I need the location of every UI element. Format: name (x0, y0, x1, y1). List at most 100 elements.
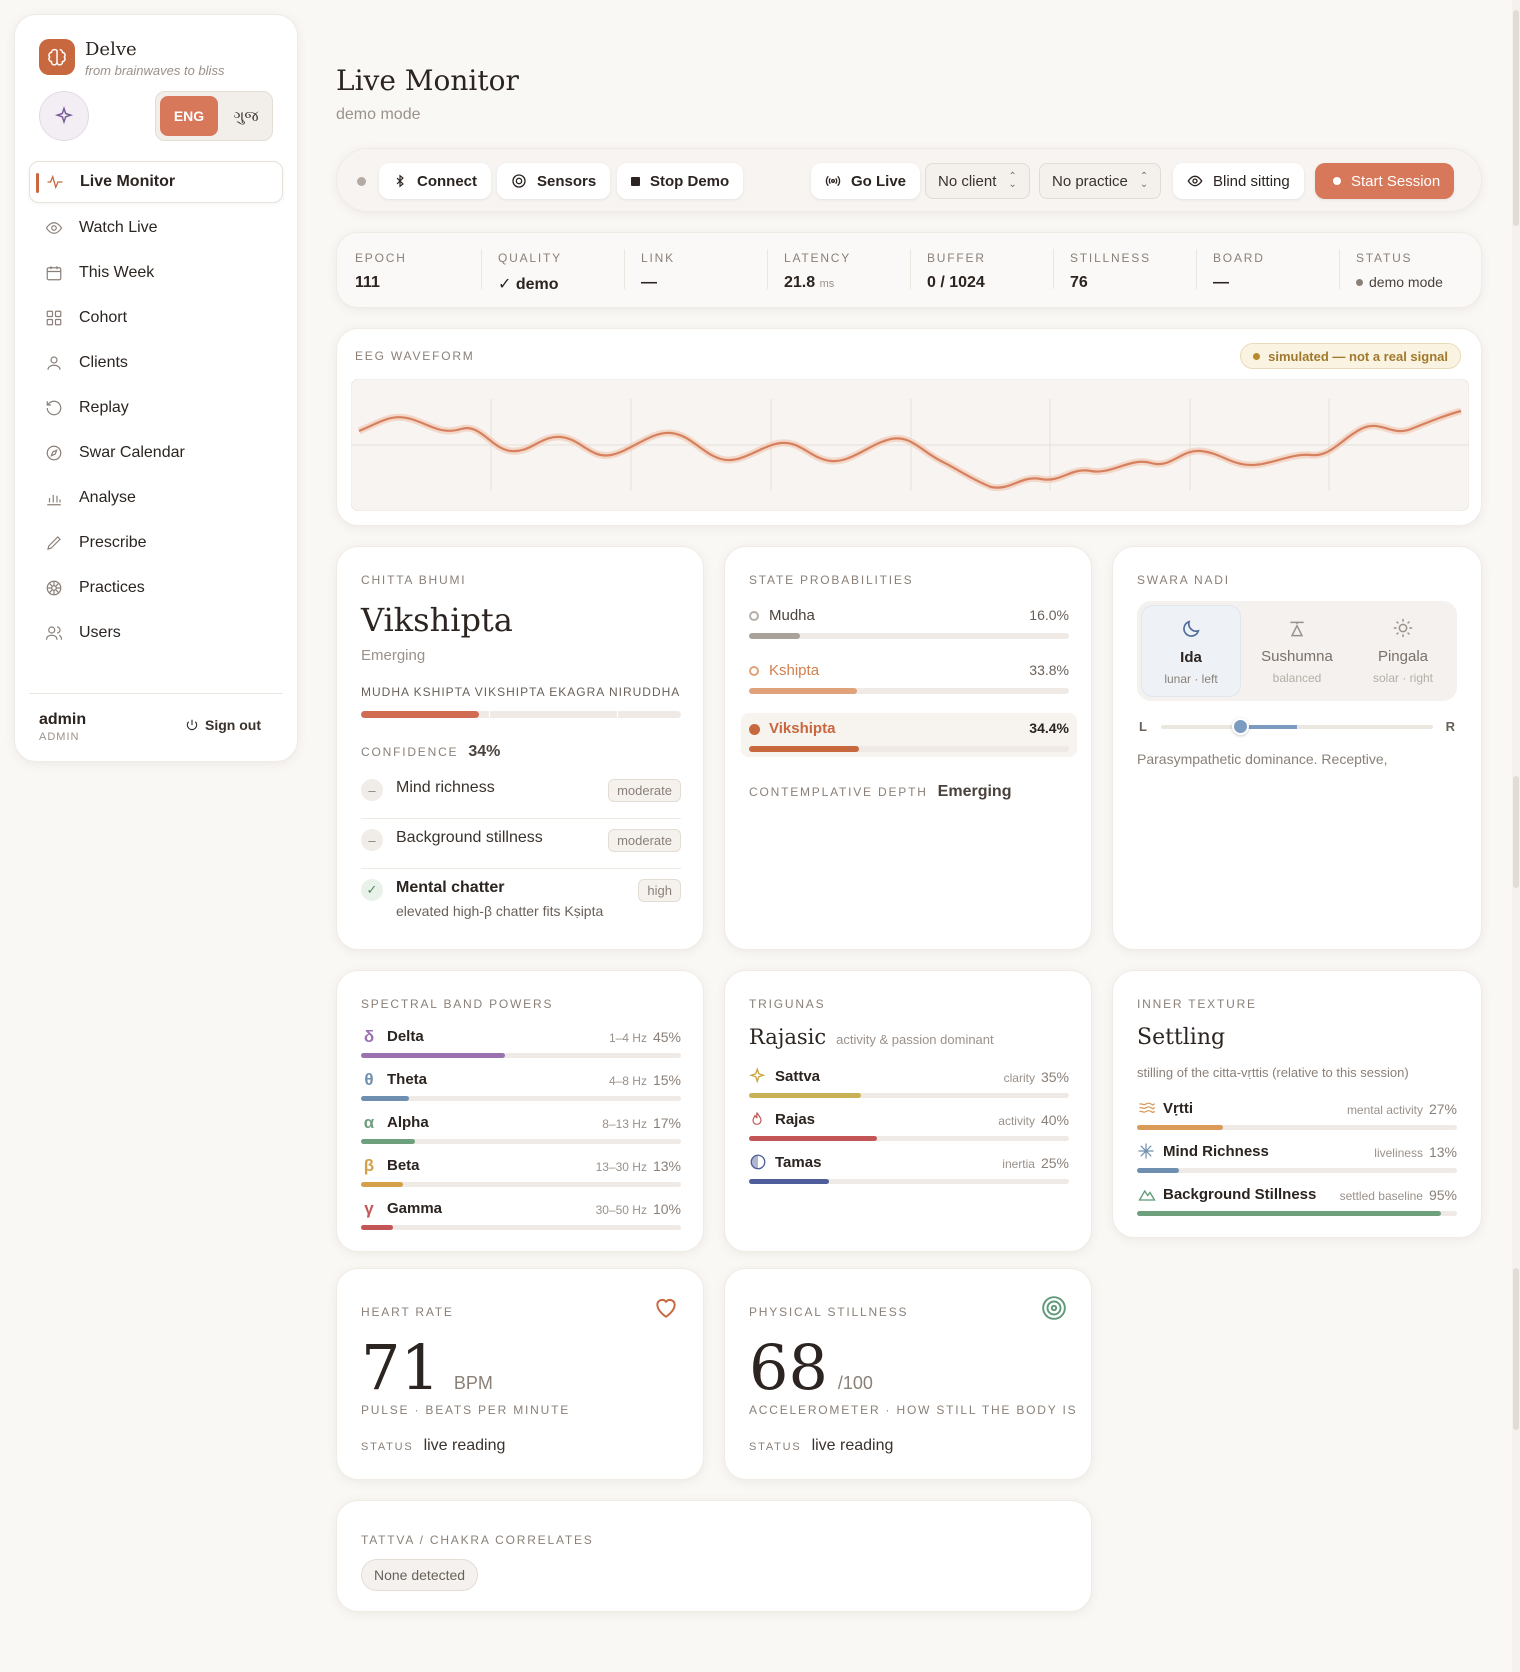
sparkle-icon (54, 106, 74, 125)
still-status-label: STATUS (749, 1441, 802, 1453)
heart-status-row: STATUS live reading (361, 1437, 505, 1455)
eeg-title: EEG WAVEFORM (355, 349, 475, 363)
bar-chart-icon (43, 487, 65, 509)
swara-description: Parasympathetic dominance. Receptive, (1137, 751, 1388, 767)
guna-desc: activity (998, 1114, 1035, 1128)
texture-bar-fill (1137, 1125, 1224, 1130)
stat-value: — (641, 274, 657, 291)
sparkle-button[interactable] (39, 91, 89, 141)
texture-bar-fill (1137, 1211, 1441, 1216)
blind-sitting-label: Blind sitting (1213, 172, 1290, 190)
power-icon (186, 719, 198, 731)
texture-row: Mind Richness liveliness 13% (1137, 1142, 1457, 1178)
page-title: Live Monitor (336, 64, 519, 97)
prob-dot (749, 666, 759, 676)
tab-pingala[interactable]: Pingala solar · right (1353, 605, 1453, 697)
chitta-item-note: elevated high-β chatter fits Kṣipta (396, 903, 604, 919)
half-circle-icon (749, 1153, 769, 1173)
sparkle-icon (749, 1067, 769, 1087)
signout-button[interactable]: Sign out (185, 717, 261, 733)
guna-bar (749, 1136, 1069, 1141)
sidebar-item-live-monitor[interactable]: Live Monitor (29, 161, 283, 203)
lang-guj-button[interactable]: ગુજ (222, 96, 270, 136)
sidebar-item-users[interactable]: Users (29, 612, 283, 654)
sensors-button[interactable]: Sensors (497, 163, 611, 199)
band-symbol: γ (364, 1199, 374, 1218)
heart-value: 71 (361, 1331, 440, 1404)
sidebar-item-watch-live[interactable]: Watch Live (29, 207, 283, 249)
texture-title: INNER TEXTURE (1137, 997, 1257, 1011)
band-bar-fill (361, 1225, 393, 1230)
guna-pct: 35% (1040, 1069, 1069, 1085)
stat-divider (910, 249, 911, 289)
tab-sushumna[interactable]: Sushumna balanced (1247, 605, 1347, 697)
history-icon (43, 397, 65, 419)
stop-demo-button[interactable]: Stop Demo (617, 163, 744, 199)
stat-board: BOARD — (1213, 251, 1265, 299)
practice-select[interactable]: No practice ⌃ ⌄ (1039, 163, 1162, 199)
stat-divider (1339, 249, 1340, 289)
target-icon (512, 174, 526, 188)
band-row: θ Theta 4–8 Hz 15% (361, 1070, 681, 1106)
go-live-button[interactable]: Go Live (811, 163, 921, 199)
sidebar-item-prescribe[interactable]: Prescribe (29, 522, 283, 564)
nadi-balance-knob[interactable] (1231, 718, 1249, 735)
sidebar-item-label: Clients (79, 354, 128, 371)
band-bar (361, 1053, 681, 1058)
activity-icon (44, 171, 66, 193)
snowflake-icon (1137, 1142, 1157, 1162)
brain-logo-icon (39, 39, 75, 75)
tab-ida[interactable]: Ida lunar · left (1141, 605, 1241, 697)
band-meta: 13–30 Hz 13% (596, 1158, 681, 1174)
texture-pct: 13% (1428, 1144, 1457, 1160)
tattva-card: TATTVA / CHAKRA CORRELATES None detected (336, 1500, 1092, 1612)
compass-icon (43, 442, 65, 464)
sidebar-item-swar-calendar[interactable]: Swar Calendar (29, 432, 283, 474)
sidebar-item-clients[interactable]: Clients (29, 342, 283, 384)
gunas-card: TRIGUNAS Rajasic activity & passion domi… (724, 970, 1092, 1252)
updown-icon: ⌃ ⌄ (1139, 171, 1149, 190)
slider-left-label: L (1139, 719, 1147, 734)
guna-meta: clarity 35% (1004, 1069, 1069, 1085)
client-select[interactable]: No client ⌃ ⌄ (925, 163, 1030, 199)
guna-row: Sattva clarity 35% (749, 1067, 1069, 1103)
page-scrollbar[interactable] (1512, 0, 1520, 1672)
band-label: Delta (387, 1028, 424, 1045)
chitta-title: CHITTA BHUMI (361, 573, 467, 587)
stat-label: LATENCY (784, 251, 852, 265)
sidebar-item-replay[interactable]: Replay (29, 387, 283, 429)
tattva-title: TATTVA / CHAKRA CORRELATES (361, 1533, 594, 1547)
page-subtitle: demo mode (336, 106, 421, 123)
stat-status: STATUS demo mode (1356, 251, 1443, 299)
still-value: 68 (749, 1331, 828, 1404)
sidebar-item-label: Swar Calendar (79, 444, 185, 461)
band-label: Beta (387, 1157, 420, 1174)
guna-desc: inertia (1002, 1157, 1035, 1171)
blind-sitting-button[interactable]: Blind sitting (1173, 163, 1304, 199)
sidebar-item-this-week[interactable]: This Week (29, 252, 283, 294)
waves-icon (1137, 1099, 1157, 1119)
connect-button[interactable]: Connect (379, 163, 491, 199)
still-value-row: 68 /100 (749, 1331, 873, 1404)
stat-value: 111 (355, 274, 380, 291)
calendar-icon (43, 262, 65, 284)
user-icon (43, 352, 65, 374)
texture-bar-fill (1137, 1168, 1179, 1173)
texture-bar (1137, 1125, 1457, 1130)
sidebar-divider (29, 693, 283, 694)
guna-bar-fill (749, 1179, 829, 1184)
sidebar-item-practices[interactable]: Practices (29, 567, 283, 609)
texture-label: Mind Richness (1163, 1143, 1269, 1160)
sidebar-item-cohort[interactable]: Cohort (29, 297, 283, 339)
lang-eng-button[interactable]: ENG (160, 96, 218, 136)
prob-dot (749, 611, 759, 621)
sidebar-item-label: Prescribe (79, 534, 147, 551)
sidebar-item-analyse[interactable]: Analyse (29, 477, 283, 519)
practice-select-value: No practice (1052, 172, 1128, 190)
chitta-item-label: Mind richness (396, 779, 495, 796)
band-row: δ Delta 1–4 Hz 45% (361, 1027, 681, 1063)
prob-fill (749, 633, 801, 639)
heart-value-row: 71 BPM (361, 1331, 493, 1404)
texture-bar (1137, 1168, 1457, 1173)
start-session-button[interactable]: Start Session (1315, 163, 1455, 199)
